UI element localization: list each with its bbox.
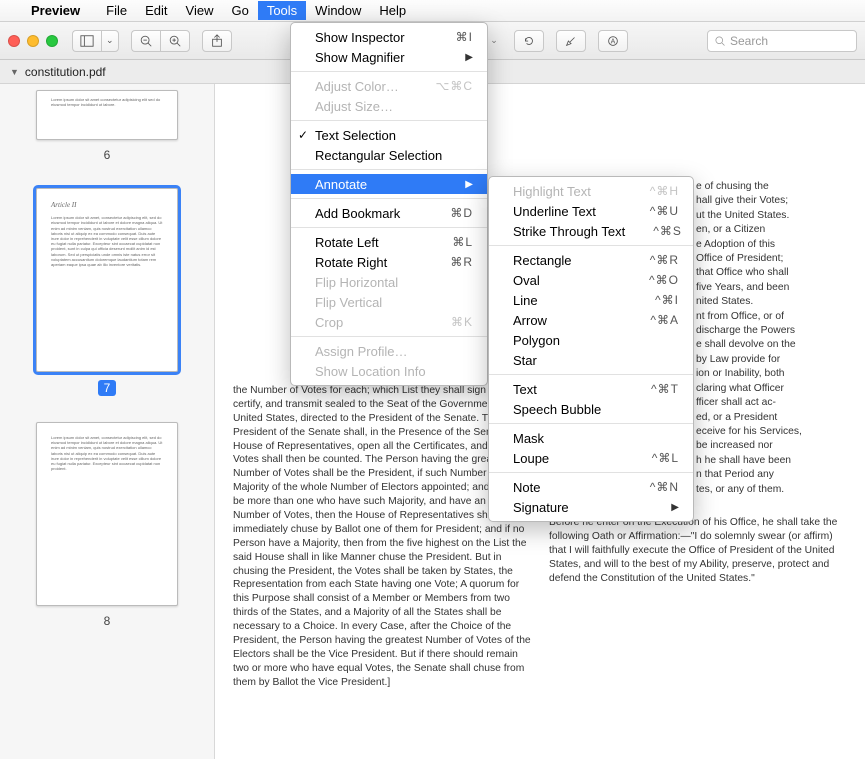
thumbnail-8-label: 8 [104, 614, 111, 628]
menu-edit[interactable]: Edit [136, 1, 176, 20]
menu-item[interactable]: Add Bookmark⌘D [291, 203, 487, 223]
page-indicator-dropdown-icon[interactable]: ⌄ [490, 35, 498, 46]
menu-window[interactable]: Window [306, 1, 370, 20]
sidebar-view-dropdown[interactable]: ⌄ [101, 30, 119, 52]
menu-item[interactable]: Text^⌘T [489, 379, 693, 399]
window-controls [8, 35, 58, 47]
zoom-in-button[interactable] [160, 30, 190, 52]
menu-file[interactable]: File [97, 1, 136, 20]
search-field[interactable]: Search [707, 30, 857, 52]
menu-item: Flip Horizontal [291, 272, 487, 292]
menu-item: Flip Vertical [291, 292, 487, 312]
menu-item[interactable]: Rotate Right⌘R [291, 252, 487, 272]
thumbnail-6-label: 6 [104, 148, 111, 162]
menu-item[interactable]: Polygon [489, 330, 693, 350]
menu-item[interactable]: Rectangle^⌘R [489, 250, 693, 270]
page-text-right-overflow: e of chusing thehall give their Votes;ut… [696, 180, 846, 497]
minimize-window-button[interactable] [27, 35, 39, 47]
thumbnail-6[interactable]: Lorem ipsum dolor sit amet consectetur a… [0, 90, 214, 162]
rotate-button[interactable] [514, 30, 544, 52]
menu-item: Adjust Size… [291, 96, 487, 116]
zoom-out-button[interactable] [131, 30, 160, 52]
menu-help[interactable]: Help [370, 1, 415, 20]
menu-go[interactable]: Go [222, 1, 257, 20]
menu-item[interactable]: Underline Text^⌘U [489, 201, 693, 221]
menu-item[interactable]: Strike Through Text^⌘S [489, 221, 693, 241]
sidebar-view-button[interactable] [72, 30, 101, 52]
menu-item[interactable]: Text Selection [291, 125, 487, 145]
menu-item: Crop⌘K [291, 312, 487, 332]
tools-dropdown-menu: Show Inspector⌘IShow Magnifier▶ Adjust Co… [290, 22, 488, 386]
menu-tools[interactable]: Tools [258, 1, 306, 20]
document-filename: constitution.pdf [25, 65, 106, 79]
menu-item[interactable]: Rotate Left⌘L [291, 232, 487, 252]
annotate-submenu: Highlight Text^⌘HUnderline Text^⌘UStrike… [488, 176, 694, 522]
menu-item[interactable]: Loupe^⌘L [489, 448, 693, 468]
thumbnail-7-label: 7 [98, 380, 117, 396]
system-menubar: Preview File Edit View Go Tools Window H… [0, 0, 865, 22]
app-menu[interactable]: Preview [22, 1, 89, 20]
thumbnails-sidebar[interactable]: Lorem ipsum dolor sit amet consectetur a… [0, 84, 215, 759]
close-window-button[interactable] [8, 35, 20, 47]
menu-item[interactable]: Oval^⌘O [489, 270, 693, 290]
menu-view[interactable]: View [177, 1, 223, 20]
menu-item[interactable]: Signature▶ [489, 497, 693, 517]
menu-item: Show Location Info [291, 361, 487, 381]
menu-item[interactable]: Arrow^⌘A [489, 310, 693, 330]
menu-item[interactable]: Line^⌘I [489, 290, 693, 310]
zoom-window-button[interactable] [46, 35, 58, 47]
search-icon [714, 35, 726, 47]
menu-item: Adjust Color…⌥⌘C [291, 76, 487, 96]
thumbnail-7[interactable]: Article IILorem ipsum dolor sit amet, co… [0, 188, 214, 396]
markup-button[interactable] [556, 30, 586, 52]
share-button[interactable] [202, 30, 232, 52]
menu-item[interactable]: Annotate▶ [291, 174, 487, 194]
menu-item[interactable]: Note^⌘N [489, 477, 693, 497]
menu-item: Highlight Text^⌘H [489, 181, 693, 201]
page-text-left-column: the Number of Votes for each; which List… [233, 384, 531, 692]
thumbnail-8[interactable]: Lorem ipsum dolor sit amet, consectetur … [0, 422, 214, 628]
menu-item[interactable]: Show Magnifier▶ [291, 47, 487, 67]
svg-text:A: A [610, 38, 615, 45]
menu-item: Assign Profile… [291, 341, 487, 361]
menu-item[interactable]: Rectangular Selection [291, 145, 487, 165]
search-placeholder: Search [730, 34, 768, 48]
disclosure-icon[interactable]: ▼ [10, 67, 19, 77]
menu-item[interactable]: Show Inspector⌘I [291, 27, 487, 47]
menu-item[interactable]: Mask [489, 428, 693, 448]
markup-toolbar-button[interactable]: A [598, 30, 628, 52]
menu-item[interactable]: Star [489, 350, 693, 370]
menu-item[interactable]: Speech Bubble [489, 399, 693, 419]
